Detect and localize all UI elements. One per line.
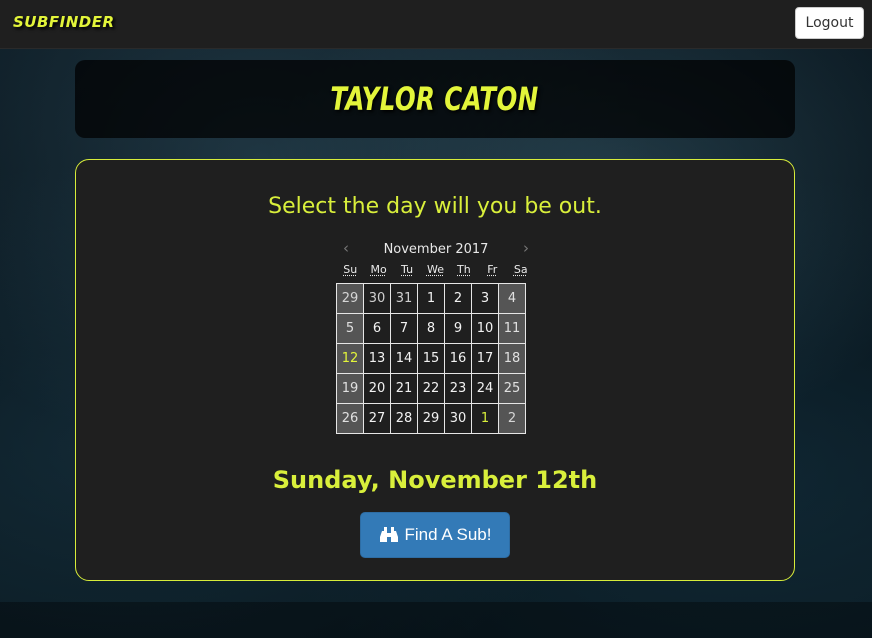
calendar-day[interactable]: 8 bbox=[417, 313, 445, 344]
calendar-day[interactable]: 13 bbox=[363, 343, 391, 374]
calendar-day[interactable]: 6 bbox=[363, 313, 391, 344]
find-sub-label: Find A Sub! bbox=[404, 525, 492, 544]
calendar-day[interactable]: 30 bbox=[363, 283, 391, 314]
calendar-day[interactable]: 29 bbox=[336, 283, 364, 314]
weekday-label: We bbox=[426, 263, 444, 276]
weekday-label: Sa bbox=[513, 263, 528, 276]
binoculars-icon bbox=[379, 526, 399, 544]
selected-date-text: Sunday, November 12th bbox=[272, 466, 598, 494]
calendar-week-row: 12 13 14 15 16 17 18 bbox=[336, 343, 526, 374]
calendar-day[interactable]: 19 bbox=[336, 373, 364, 404]
weekday-label: Th bbox=[457, 263, 471, 276]
calendar-day[interactable]: 7 bbox=[390, 313, 418, 344]
calendar-day[interactable]: 23 bbox=[444, 373, 472, 404]
calendar-day[interactable]: 31 bbox=[390, 283, 418, 314]
calendar-day[interactable]: 27 bbox=[363, 403, 391, 434]
calendar-day[interactable]: 1 bbox=[417, 283, 445, 314]
calendar-day[interactable]: 16 bbox=[444, 343, 472, 374]
calendar-week-row: 26 27 28 29 30 1 2 bbox=[336, 403, 526, 434]
calendar-day[interactable]: 1 bbox=[471, 403, 499, 434]
footer-band bbox=[0, 602, 872, 638]
date-selection-card: Select the day will you be out. ‹ Novemb… bbox=[75, 159, 795, 581]
calendar-day[interactable]: 25 bbox=[498, 373, 526, 404]
calendar-day[interactable]: 17 bbox=[471, 343, 499, 374]
weekday-label: Mo bbox=[370, 263, 387, 276]
calendar-day[interactable]: 10 bbox=[471, 313, 499, 344]
calendar-day[interactable]: 15 bbox=[417, 343, 445, 374]
calendar-day[interactable]: 30 bbox=[444, 403, 472, 434]
profile-name: TAYLOR CATON bbox=[330, 80, 540, 118]
calendar-day[interactable]: 2 bbox=[498, 403, 526, 434]
calendar-week-row: 5 6 7 8 9 10 11 bbox=[336, 313, 526, 344]
calendar-day[interactable]: 26 bbox=[336, 403, 364, 434]
weekday-label: Su bbox=[343, 263, 358, 276]
brand-logo[interactable]: SUBFINDER bbox=[13, 13, 115, 31]
calendar-header: ‹ November 2017 › bbox=[338, 240, 534, 260]
calendar-day[interactable]: 9 bbox=[444, 313, 472, 344]
calendar-day[interactable]: 14 bbox=[390, 343, 418, 374]
calendar-day[interactable]: 20 bbox=[363, 373, 391, 404]
calendar-day[interactable]: 3 bbox=[471, 283, 499, 314]
calendar-day[interactable]: 4 bbox=[498, 283, 526, 314]
calendar-month-title[interactable]: November 2017 bbox=[338, 242, 534, 257]
weekday-label: Tu bbox=[401, 263, 414, 276]
calendar-week-row: 29 30 31 1 2 3 4 bbox=[336, 283, 526, 314]
calendar-day[interactable]: 11 bbox=[498, 313, 526, 344]
profile-name-panel: TAYLOR CATON bbox=[75, 60, 795, 138]
weekday-label: Fr bbox=[487, 263, 498, 276]
calendar-grid: 29 30 31 1 2 3 4 5 6 7 8 9 10 11 12 13 1… bbox=[336, 283, 526, 434]
navbar: SUBFINDER Logout bbox=[0, 0, 872, 49]
find-sub-button[interactable]: Find A Sub! bbox=[360, 512, 510, 558]
calendar-day[interactable]: 29 bbox=[417, 403, 445, 434]
weekday-header-row: Su Mo Tu We Th Fr Sa bbox=[336, 263, 535, 276]
chevron-right-icon[interactable]: › bbox=[518, 240, 534, 258]
calendar-day[interactable]: 28 bbox=[390, 403, 418, 434]
logout-button[interactable]: Logout bbox=[795, 7, 864, 39]
calendar-day[interactable]: 2 bbox=[444, 283, 472, 314]
calendar-week-row: 19 20 21 22 23 24 25 bbox=[336, 373, 526, 404]
calendar-day[interactable]: 5 bbox=[336, 313, 364, 344]
page-prompt: Select the day will you be out. bbox=[268, 194, 602, 219]
calendar-day[interactable]: 21 bbox=[390, 373, 418, 404]
calendar-day[interactable]: 18 bbox=[498, 343, 526, 374]
calendar-day[interactable]: 22 bbox=[417, 373, 445, 404]
calendar-day-selected[interactable]: 12 bbox=[336, 343, 364, 374]
calendar-day[interactable]: 24 bbox=[471, 373, 499, 404]
